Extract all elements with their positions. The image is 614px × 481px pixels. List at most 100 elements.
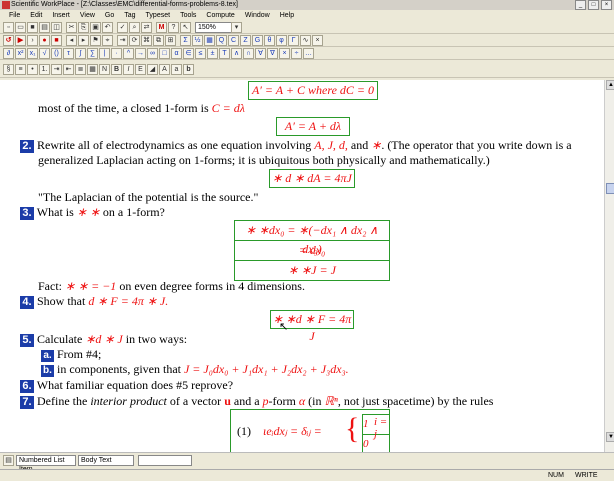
scroll-up-icon[interactable]: ▲ [606, 80, 614, 90]
maximize-button[interactable]: □ [588, 0, 599, 10]
close-button[interactable]: × [601, 0, 612, 10]
document-area[interactable]: A′ = A + C where dC = 0 most of the time… [0, 80, 604, 452]
indent-icon[interactable]: ⇥ [51, 64, 62, 75]
emphasis-icon[interactable]: E [135, 64, 146, 75]
zoom-dropdown-icon[interactable]: ▾ [231, 22, 242, 33]
theta-icon[interactable]: θ [264, 35, 275, 46]
problem-number-7[interactable]: 7. [20, 396, 34, 409]
arrow-icon[interactable]: → [135, 48, 146, 59]
save-icon[interactable]: ■ [27, 22, 38, 33]
sqrt-icon[interactable]: √ [39, 48, 50, 59]
int-icon[interactable]: ∫ [75, 48, 86, 59]
outdent-icon[interactable]: ⇤ [63, 64, 74, 75]
fragment-icon[interactable]: ⊞ [165, 35, 176, 46]
fraction-icon[interactable]: ½ [192, 35, 203, 46]
num-list-icon[interactable]: 1. [39, 64, 50, 75]
typeset-icon[interactable]: ↺ [3, 35, 14, 46]
help-icon[interactable]: ? [168, 22, 179, 33]
forall-icon[interactable]: ∀ [255, 48, 266, 59]
minimize-button[interactable]: _ [575, 0, 586, 10]
problem-number-5[interactable]: 5. [20, 334, 34, 347]
undo-icon[interactable]: ↶ [102, 22, 113, 33]
preview-icon[interactable]: ◫ [51, 22, 62, 33]
paste-icon[interactable]: ▣ [90, 22, 101, 33]
style-icon[interactable]: ▤ [3, 455, 14, 466]
gt-icon[interactable]: › [27, 35, 38, 46]
label-icon[interactable]: □ [159, 48, 170, 59]
c-icon[interactable]: C [228, 35, 239, 46]
hat-icon[interactable]: ^ [123, 48, 134, 59]
compile-icon[interactable]: ▶ [15, 35, 26, 46]
n-icon[interactable]: N [99, 64, 110, 75]
sum-icon[interactable]: ∑ [87, 48, 98, 59]
menu-insert[interactable]: Insert [47, 10, 75, 21]
problem-number-2[interactable]: 2. [20, 140, 34, 153]
menu-go[interactable]: Go [100, 10, 119, 21]
bold-b-icon[interactable]: b [183, 64, 194, 75]
record-icon[interactable]: ● [39, 35, 50, 46]
scroll-down-icon[interactable]: ▼ [606, 432, 614, 442]
scroll-thumb[interactable] [606, 183, 614, 194]
gamma-icon[interactable]: Γ [288, 35, 299, 46]
problem-number-4[interactable]: 4. [20, 296, 34, 309]
menu-help[interactable]: Help [275, 10, 299, 21]
phi-icon[interactable]: φ [276, 35, 287, 46]
text-icon[interactable]: T [219, 48, 230, 59]
div-icon[interactable]: ÷ [291, 48, 302, 59]
stop-icon[interactable]: ■ [51, 35, 62, 46]
marker-icon[interactable]: ⌖ [102, 35, 113, 46]
problem-number-3[interactable]: 3. [20, 207, 34, 220]
z-icon[interactable]: Z [240, 35, 251, 46]
open-file-icon[interactable]: ▭ [15, 22, 26, 33]
bracket-icon[interactable]: () [51, 48, 62, 59]
problem-number-6[interactable]: 6. [20, 380, 34, 393]
menu-window[interactable]: Window [240, 10, 275, 21]
superscript-icon[interactable]: x² [15, 48, 26, 59]
subproblem-label-b[interactable]: b. [41, 365, 54, 377]
math-symbol-icon[interactable]: ∂ [3, 48, 14, 59]
menu-typeset[interactable]: Typeset [141, 10, 176, 21]
nav-back-icon[interactable]: ◂ [66, 35, 77, 46]
curve-icon[interactable]: ∿ [300, 35, 311, 46]
dot-icon[interactable]: · [111, 48, 122, 59]
matrix-icon[interactable]: ▦ [204, 35, 215, 46]
menu-tag[interactable]: Tag [119, 10, 140, 21]
menu-edit[interactable]: Edit [25, 10, 47, 21]
wedge-icon[interactable]: ∧ [231, 48, 242, 59]
lim-icon[interactable]: ∞ [147, 48, 158, 59]
list-icon[interactable]: ≡ [15, 64, 26, 75]
nav-forward-icon[interactable]: ▸ [78, 35, 89, 46]
replace-icon[interactable]: ⇄ [141, 22, 152, 33]
menu-view[interactable]: View [75, 10, 100, 21]
bookmark-icon[interactable]: ⚑ [90, 35, 101, 46]
sigma-icon[interactable]: Σ [180, 35, 191, 46]
in-icon[interactable]: ∈ [183, 48, 194, 59]
bold-icon[interactable]: B [111, 64, 122, 75]
find-icon[interactable]: ⌕ [129, 22, 140, 33]
zoom-select[interactable]: 150% [195, 22, 233, 33]
alpha-icon[interactable]: α [171, 48, 182, 59]
menu-tools[interactable]: Tools [175, 10, 201, 21]
subproblem-label-a[interactable]: a. [41, 350, 54, 362]
times-icon[interactable]: × [279, 48, 290, 59]
italic-icon[interactable]: I [123, 64, 134, 75]
le-icon[interactable]: ≤ [195, 48, 206, 59]
bullet-icon[interactable]: • [27, 64, 38, 75]
subscript-icon[interactable]: x₁ [27, 48, 38, 59]
center-icon[interactable]: ≣ [75, 64, 86, 75]
tau-icon[interactable]: τ [63, 48, 74, 59]
cut-icon[interactable]: ✂ [66, 22, 77, 33]
spell-icon[interactable]: ✓ [117, 22, 128, 33]
nabla-icon[interactable]: ∇ [267, 48, 278, 59]
body-style-select[interactable]: Body Text [78, 455, 134, 466]
cap-icon[interactable]: ∩ [243, 48, 254, 59]
size-icon[interactable]: A [159, 64, 170, 75]
text-style-select[interactable] [138, 455, 192, 466]
vertical-scrollbar[interactable]: ▲ ▼ [604, 80, 614, 452]
table-icon[interactable]: ▦ [87, 64, 98, 75]
color-icon[interactable]: ◢ [147, 64, 158, 75]
item-style-select[interactable]: Numbered List Item [16, 455, 76, 473]
copy-icon[interactable]: ⎘ [78, 22, 89, 33]
tag-icon[interactable]: ⌘ [141, 35, 152, 46]
refresh-icon[interactable]: ⟳ [129, 35, 140, 46]
